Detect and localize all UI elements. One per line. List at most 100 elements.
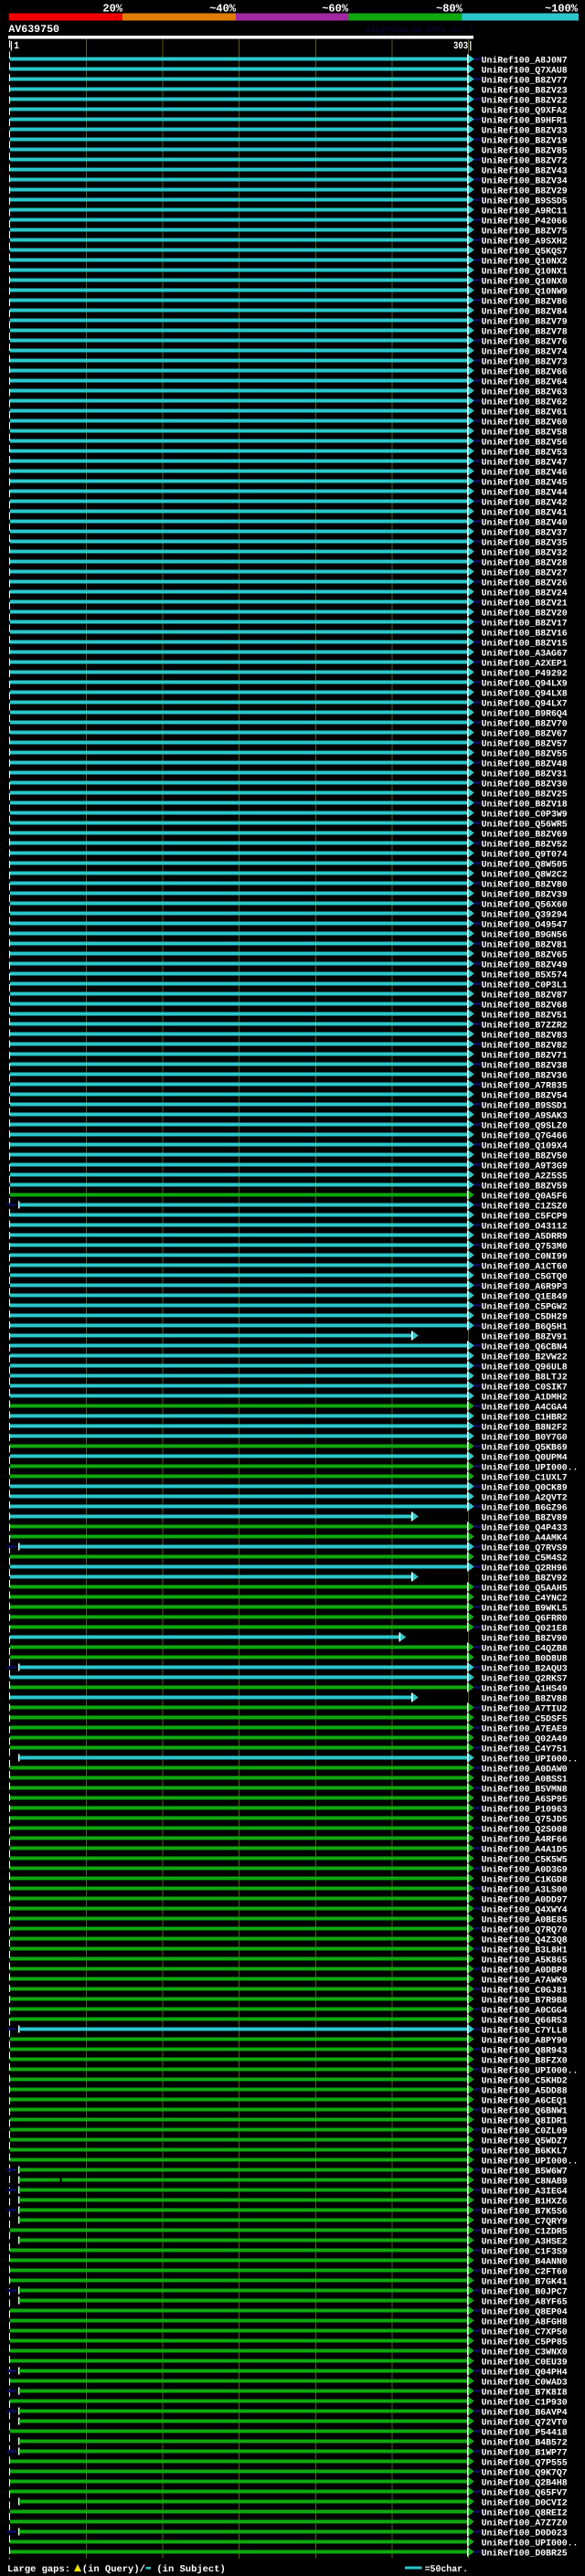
svg-text:UniRef100_A4AMK4: UniRef100_A4AMK4: [482, 1532, 568, 1542]
svg-text:UniRef100_B9SSD5: UniRef100_B9SSD5: [482, 196, 568, 206]
svg-text:UniRef100_B8ZV22: UniRef100_B8ZV22: [482, 95, 568, 105]
svg-text:UniRef100_P42066: UniRef100_P42066: [482, 216, 568, 226]
svg-text:UniRef100_B8ZV39: UniRef100_B8ZV39: [482, 889, 568, 899]
svg-text:UniRef100_A5K865: UniRef100_A5K865: [482, 1955, 568, 1965]
svg-text:UniRef100_B7K5S6: UniRef100_B7K5S6: [482, 2206, 568, 2216]
svg-text:UniRef100_B8ZV30: UniRef100_B8ZV30: [482, 779, 568, 789]
svg-text:UniRef100_Q72VT0: UniRef100_Q72VT0: [482, 2417, 568, 2427]
svg-text:UniRef100_B8ZV81: UniRef100_B8ZV81: [482, 939, 568, 949]
svg-text:UniRef100_A3IEG4: UniRef100_A3IEG4: [482, 2186, 568, 2196]
svg-text:UniRef100_A5DRR9: UniRef100_A5DRR9: [482, 1231, 568, 1241]
svg-text:UniRef100_Q021E8: UniRef100_Q021E8: [482, 1623, 568, 1633]
svg-text:UniRef100_C0NI99: UniRef100_C0NI99: [482, 1251, 568, 1261]
svg-text:UniRef100_B8ZV29: UniRef100_B8ZV29: [482, 186, 568, 196]
svg-text:UniRef100_B8ZV58: UniRef100_B8ZV58: [482, 427, 568, 437]
svg-text:UniRef100_A7R835: UniRef100_A7R835: [482, 1080, 568, 1090]
svg-text:UniRef100_B7ZZR2: UniRef100_B7ZZR2: [482, 1020, 568, 1030]
svg-text:UniRef100_C5PP85: UniRef100_C5PP85: [482, 2337, 568, 2347]
svg-text:UniRef100_B8ZV43: UniRef100_B8ZV43: [482, 165, 568, 175]
svg-text:UniRef100_Q94LX9: UniRef100_Q94LX9: [482, 678, 568, 688]
svg-text:(in Query)/: (in Query)/: [82, 2564, 145, 2575]
svg-text:UniRef100_A0DBP8: UniRef100_A0DBP8: [482, 1965, 568, 1975]
svg-text:Large gaps:: Large gaps:: [7, 2564, 70, 2575]
svg-text:UniRef100_B8ZV34: UniRef100_B8ZV34: [482, 175, 568, 186]
svg-text:UniRef100_B8ZV40: UniRef100_B8ZV40: [482, 517, 568, 527]
svg-text:UniRef100_B8ZV71: UniRef100_B8ZV71: [482, 1050, 568, 1060]
svg-text:UniRef100_Q39294: UniRef100_Q39294: [482, 909, 568, 919]
svg-text:UniRef100_B8ZV69: UniRef100_B8ZV69: [482, 829, 568, 839]
svg-text:(in Subject): (in Subject): [156, 2564, 225, 2575]
svg-text:UniRef100_B0D8U8: UniRef100_B0D8U8: [482, 1653, 568, 1663]
svg-text:UniRef100_B8ZV80: UniRef100_B8ZV80: [482, 879, 568, 889]
svg-text:UniRef100_B8ZV20: UniRef100_B8ZV20: [482, 608, 568, 618]
svg-text:UniRef100_Q109X4: UniRef100_Q109X4: [482, 1140, 568, 1150]
svg-text:UniRef100_A8J0N7: UniRef100_A8J0N7: [482, 55, 568, 65]
svg-text:AlignView.pm Beta rel.7: AlignView.pm Beta rel.7: [367, 25, 473, 35]
svg-text:UniRef100_B8ZV90: UniRef100_B8ZV90: [482, 1633, 568, 1643]
svg-text:UniRef100_Q8R943: UniRef100_Q8R943: [482, 2045, 568, 2055]
svg-text:~100%: ~100%: [545, 3, 579, 16]
svg-text:UniRef100_B8LTJ2: UniRef100_B8LTJ2: [482, 1372, 568, 1382]
svg-text:UniRef100_B8ZV55: UniRef100_B8ZV55: [482, 748, 568, 758]
svg-text:UniRef100_C4YNC2: UniRef100_C4YNC2: [482, 1593, 568, 1603]
svg-text:303|: 303|: [453, 41, 473, 52]
svg-text:UniRef100_B9GN56: UniRef100_B9GN56: [482, 929, 568, 939]
svg-text:UniRef100_A6CEQ1: UniRef100_A6CEQ1: [482, 2095, 568, 2105]
svg-text:UniRef100_B8ZV78: UniRef100_B8ZV78: [482, 326, 568, 336]
svg-text:UniRef100_B8ZV85: UniRef100_B8ZV85: [482, 145, 568, 155]
svg-text:UniRef100_Q75JD5: UniRef100_Q75JD5: [482, 1814, 568, 1824]
svg-text:UniRef100_Q10NX1: UniRef100_Q10NX1: [482, 266, 568, 276]
svg-text:UniRef100_B5VMN8: UniRef100_B5VMN8: [482, 1784, 568, 1794]
svg-text:UniRef100_A8FGH8: UniRef100_A8FGH8: [482, 2316, 568, 2327]
svg-text:UniRef100_A0BE85: UniRef100_A0BE85: [482, 1914, 568, 1924]
svg-text:UniRef100_B5W6W7: UniRef100_B5W6W7: [482, 2166, 568, 2176]
svg-text:UniRef100_D0CVI2: UniRef100_D0CVI2: [482, 2497, 568, 2507]
svg-text:UniRef100_C0P3W9: UniRef100_C0P3W9: [482, 809, 568, 819]
svg-text:UniRef100_B8ZV47: UniRef100_B8ZV47: [482, 457, 568, 467]
svg-text:UniRef100_A7AWK9: UniRef100_A7AWK9: [482, 1975, 568, 1985]
svg-text:UniRef100_A3HSE2: UniRef100_A3HSE2: [482, 2236, 568, 2246]
svg-text:UniRef100_C5K5W5: UniRef100_C5K5W5: [482, 1854, 568, 1864]
svg-text:UniRef100_C2FT60: UniRef100_C2FT60: [482, 2266, 568, 2276]
svg-text:UniRef100_B9R6Q4: UniRef100_B9R6Q4: [482, 708, 568, 718]
svg-text:UniRef100_A7EAE9: UniRef100_A7EAE9: [482, 1723, 568, 1733]
svg-text:UniRef100_Q1E849: UniRef100_Q1E849: [482, 1291, 568, 1301]
svg-text:UniRef100_A4RF66: UniRef100_A4RF66: [482, 1834, 568, 1844]
svg-text:UniRef100_B8ZV66: UniRef100_B8ZV66: [482, 366, 568, 376]
svg-text:UniRef100_B8ZV27: UniRef100_B8ZV27: [482, 567, 568, 578]
svg-text:UniRef100_Q4Z3Q8: UniRef100_Q4Z3Q8: [482, 1935, 568, 1945]
svg-text:UniRef100_B8ZV16: UniRef100_B8ZV16: [482, 628, 568, 638]
svg-text:UniRef100_Q6BNW1: UniRef100_Q6BNW1: [482, 2105, 568, 2115]
svg-text:UniRef100_B8ZV52: UniRef100_B8ZV52: [482, 839, 568, 849]
svg-text:UniRef100_B8ZV26: UniRef100_B8ZV26: [482, 578, 568, 588]
svg-text:UniRef100_Q0UPM4: UniRef100_Q0UPM4: [482, 1452, 568, 1462]
svg-text:UniRef100_B8N2F2: UniRef100_B8N2F2: [482, 1422, 568, 1432]
svg-text:UniRef100_C1ZSZ0: UniRef100_C1ZSZ0: [482, 1201, 568, 1211]
svg-text:UniRef100_Q8REI2: UniRef100_Q8REI2: [482, 2507, 568, 2518]
svg-text:UniRef100_Q4P433: UniRef100_Q4P433: [482, 1522, 568, 1532]
svg-text:UniRef100_Q2RKS7: UniRef100_Q2RKS7: [482, 1673, 568, 1683]
svg-text:UniRef100_B8ZV79: UniRef100_B8ZV79: [482, 316, 568, 326]
svg-text:UniRef100_B8ZV33: UniRef100_B8ZV33: [482, 125, 568, 135]
svg-text:UniRef100_A0D3G9: UniRef100_A0D3G9: [482, 1864, 568, 1874]
svg-text:UniRef100_Q9K7Q7: UniRef100_Q9K7Q7: [482, 2467, 568, 2477]
svg-text:UniRef100_B6KKL7: UniRef100_B6KKL7: [482, 2146, 568, 2156]
svg-text:UniRef100_A3LS00: UniRef100_A3LS00: [482, 1884, 568, 1894]
svg-text:UniRef100_Q6CBN4: UniRef100_Q6CBN4: [482, 1341, 568, 1352]
svg-text:UniRef100_Q10NW9: UniRef100_Q10NW9: [482, 286, 568, 296]
svg-text:UniRef100_B8ZV92: UniRef100_B8ZV92: [482, 1573, 568, 1583]
svg-text:UniRef100_B8ZV57: UniRef100_B8ZV57: [482, 738, 568, 748]
svg-text:UniRef100_Q0CK89: UniRef100_Q0CK89: [482, 1482, 568, 1492]
svg-text:UniRef100_B9HFR1: UniRef100_B9HFR1: [482, 115, 568, 125]
svg-text:UniRef100_C0P3L1: UniRef100_C0P3L1: [482, 980, 568, 990]
svg-text:UniRef100_B5X574: UniRef100_B5X574: [482, 970, 568, 980]
svg-text:UniRef100_A8PY90: UniRef100_A8PY90: [482, 2035, 568, 2045]
svg-text:UniRef100_B2VW22: UniRef100_B2VW22: [482, 1352, 568, 1362]
svg-text:UniRef100_B8ZV18: UniRef100_B8ZV18: [482, 799, 568, 809]
svg-text:UniRef100_B8ZV87: UniRef100_B8ZV87: [482, 990, 568, 1000]
svg-text:UniRef100_O43112: UniRef100_O43112: [482, 1221, 568, 1231]
svg-text:UniRef100_Q8IDR1: UniRef100_Q8IDR1: [482, 2115, 568, 2125]
svg-text:UniRef100_B8ZV19: UniRef100_B8ZV19: [482, 135, 568, 145]
svg-text:UniRef100_B3L8H1: UniRef100_B3L8H1: [482, 1945, 568, 1955]
svg-text:UniRef100_B8ZV89: UniRef100_B8ZV89: [482, 1512, 568, 1522]
